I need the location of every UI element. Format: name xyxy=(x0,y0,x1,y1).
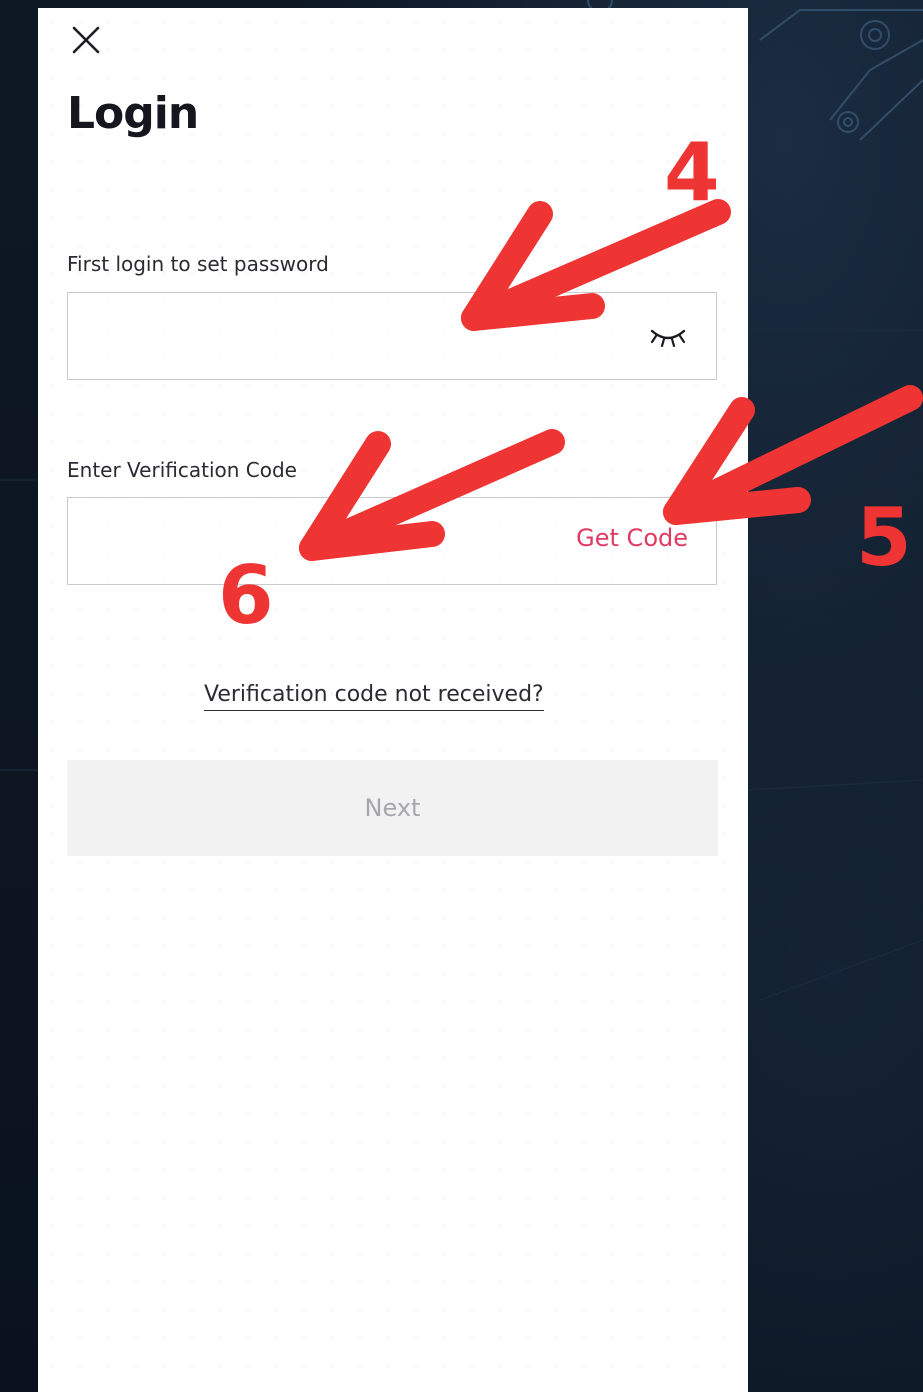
annotation-arrows xyxy=(299,199,923,561)
annotation-number-6: 6 xyxy=(218,549,274,642)
annotation-number-5: 5 xyxy=(856,491,912,584)
annotation-number-4: 4 xyxy=(664,126,720,219)
arrow-4 xyxy=(461,199,731,331)
arrow-6 xyxy=(299,429,565,561)
